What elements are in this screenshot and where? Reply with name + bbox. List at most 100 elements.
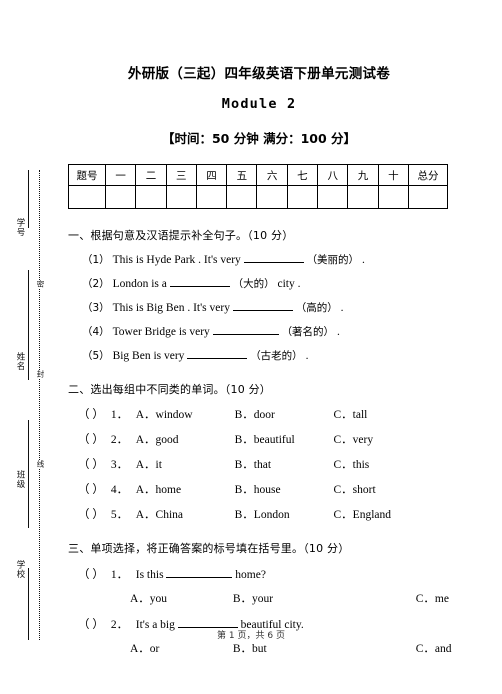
- answer-bracket[interactable]: （ ）: [78, 506, 108, 522]
- answer-bracket[interactable]: （ ）: [78, 481, 108, 497]
- item-text-pre: Big Ben is very: [112, 350, 185, 362]
- stem-text-pre: Is this: [135, 569, 164, 581]
- score-table: 题号 一 二 三 四 五 六 七 八 九 十 总分: [68, 164, 448, 209]
- option-a[interactable]: A．or: [130, 640, 230, 656]
- option-a[interactable]: A．window: [136, 406, 232, 422]
- item-number: 5．: [110, 509, 129, 521]
- score-table-value-row: [68, 185, 448, 209]
- option-b[interactable]: B．but: [233, 640, 413, 656]
- answer-bracket[interactable]: （ ）: [78, 566, 108, 582]
- stem-text-post: home?: [235, 569, 266, 581]
- section-heading-2: 二、选出每组中不同类的单词。（10 分）: [68, 383, 271, 396]
- seal-solid-segment-1: [28, 170, 29, 228]
- exam-paper-page: 学号 姓名 班级 学校 密 封 线 外研版（三起）四年级英语下册单元测试卷 Mo…: [0, 0, 502, 694]
- item-number: （2）: [82, 278, 110, 290]
- answer-blank[interactable]: [166, 577, 233, 578]
- option-c[interactable]: C．very: [334, 431, 374, 447]
- multiple-choice-stem-1: （ ） 1． Is this home?: [68, 566, 450, 582]
- seal-dotted-line: [39, 170, 40, 640]
- answer-blank[interactable]: [232, 310, 293, 311]
- option-c[interactable]: C．tall: [334, 406, 368, 422]
- score-value-cell[interactable]: [135, 185, 167, 209]
- paper-content: 外研版（三起）四年级英语下册单元测试卷 Module 2 【时间：50 分钟 满…: [68, 0, 452, 656]
- score-header-cell: 题号: [68, 164, 106, 186]
- module-label: Module 2: [221, 96, 297, 112]
- item-text-post: .: [336, 326, 340, 338]
- item-number: （1）: [82, 254, 110, 266]
- item-number: 1．: [110, 409, 129, 421]
- answer-bracket[interactable]: （ ）: [78, 431, 108, 447]
- page-footer: 第 1 页，共 6 页: [217, 631, 285, 641]
- option-b[interactable]: B．beautiful: [235, 431, 331, 447]
- item-text-post: .: [340, 302, 344, 314]
- option-a[interactable]: A．it: [136, 456, 232, 472]
- answer-bracket[interactable]: （ ）: [78, 406, 108, 422]
- option-b[interactable]: B．door: [235, 406, 331, 422]
- item-number: 3．: [110, 459, 129, 471]
- seal-label-school: 学校: [15, 560, 25, 579]
- score-value-cell[interactable]: [68, 185, 106, 209]
- option-c[interactable]: C．this: [334, 456, 370, 472]
- item-hint: （美丽的）: [306, 254, 360, 266]
- multiple-choice-options-2: A．or B．but C．and: [68, 640, 452, 656]
- score-header-cell: 三: [165, 164, 197, 186]
- item-text-post: .: [305, 350, 309, 362]
- fill-blank-item-2: （2） London is a （大的） city .: [68, 276, 450, 291]
- seal-char-xian: 线: [34, 460, 45, 468]
- score-header-cell: 一: [104, 164, 137, 186]
- seal-label-name: 姓名: [15, 352, 25, 371]
- item-number: 4．: [110, 484, 129, 496]
- multiple-choice-options-1: A．you B．your C．me: [68, 590, 450, 606]
- odd-one-out-item-4: （ ） 4． A．home B．house C．short: [68, 481, 450, 497]
- score-header-cell: 十: [377, 164, 410, 186]
- seal-solid-segment-3: [28, 420, 29, 528]
- score-header-cell: 二: [135, 164, 167, 186]
- item-hint: （高的）: [295, 302, 338, 314]
- item-number: （4）: [82, 326, 110, 338]
- score-value-cell[interactable]: [256, 185, 288, 209]
- option-c[interactable]: C．short: [334, 481, 376, 497]
- answer-blank[interactable]: [169, 286, 230, 287]
- option-b[interactable]: B．your: [233, 590, 413, 606]
- item-hint: （著名的）: [281, 326, 335, 338]
- item-text-post: .: [361, 254, 365, 266]
- option-c[interactable]: C．and: [416, 640, 452, 656]
- fill-blank-item-4: （4） Tower Bridge is very （著名的） .: [68, 324, 450, 339]
- score-header-cell: 九: [347, 164, 379, 186]
- option-a[interactable]: A．home: [136, 481, 232, 497]
- score-value-cell[interactable]: [165, 185, 197, 209]
- item-hint: （大的）: [232, 278, 275, 290]
- score-value-cell[interactable]: [408, 185, 448, 209]
- score-value-cell[interactable]: [195, 185, 228, 209]
- option-c[interactable]: C．England: [334, 506, 392, 522]
- score-value-cell[interactable]: [347, 185, 379, 209]
- odd-one-out-item-1: （ ） 1． A．window B．door C．tall: [68, 406, 450, 422]
- page-title: 外研版（三起）四年级英语下册单元测试卷: [127, 66, 391, 82]
- exam-meta-line: 【时间：50 分钟 满分：100 分】: [161, 131, 357, 146]
- option-c[interactable]: C．me: [416, 590, 449, 606]
- option-b[interactable]: B．that: [235, 456, 331, 472]
- option-b[interactable]: B．London: [235, 506, 331, 522]
- item-text-pre: This is Hyde Park . It's very: [112, 254, 241, 266]
- option-a[interactable]: A．China: [136, 506, 232, 522]
- option-b[interactable]: B．house: [235, 481, 331, 497]
- seal-char-mi: 密: [34, 280, 45, 288]
- option-a[interactable]: A．you: [130, 590, 230, 606]
- seal-label-class: 班级: [15, 470, 25, 489]
- option-a[interactable]: A．good: [136, 431, 232, 447]
- score-header-cell: 六: [256, 164, 288, 186]
- score-value-cell[interactable]: [104, 185, 137, 209]
- answer-blank[interactable]: [243, 262, 304, 263]
- fill-blank-item-1: （1） This is Hyde Park . It's very （美丽的） …: [68, 252, 450, 267]
- score-value-cell[interactable]: [286, 185, 319, 209]
- score-value-cell[interactable]: [377, 185, 410, 209]
- item-text-pre: Tower Bridge is very: [112, 326, 210, 338]
- answer-bracket[interactable]: （ ）: [78, 456, 108, 472]
- item-text-post: city .: [277, 278, 301, 290]
- item-number: （3）: [82, 302, 110, 314]
- score-value-cell[interactable]: [226, 185, 258, 209]
- answer-blank[interactable]: [212, 334, 279, 335]
- score-value-cell[interactable]: [317, 185, 349, 209]
- odd-one-out-item-3: （ ） 3． A．it B．that C．this: [68, 456, 450, 472]
- answer-blank[interactable]: [187, 358, 248, 359]
